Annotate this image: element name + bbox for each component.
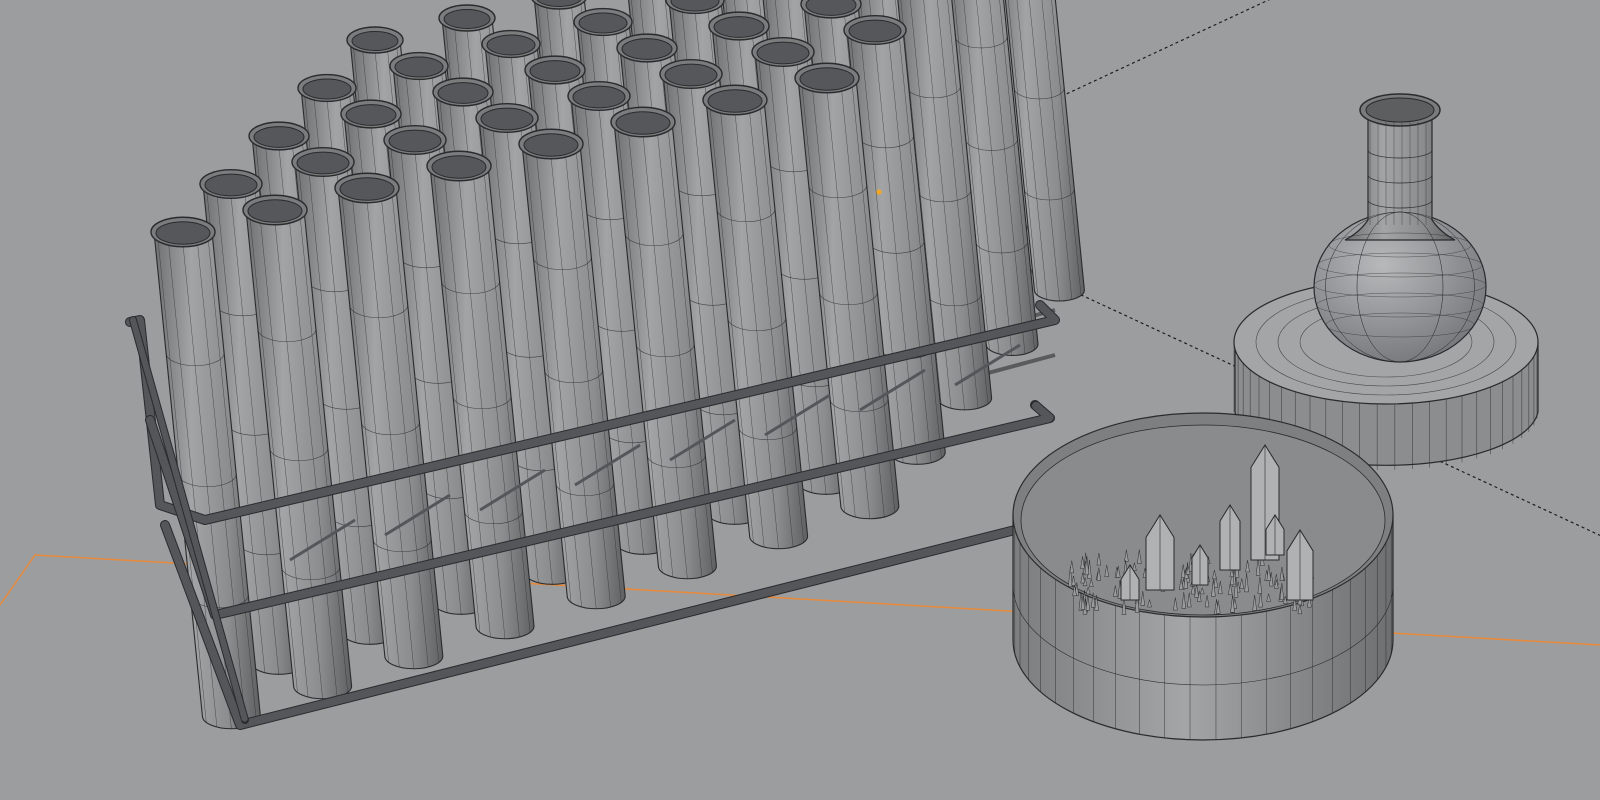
round-bottom-flask[interactable]	[1314, 94, 1486, 362]
3d-viewport[interactable]	[0, 0, 1600, 800]
crystal-dish[interactable]	[1013, 413, 1393, 740]
test-tubes-group[interactable]	[151, 0, 1084, 729]
object-origin-dot[interactable]	[876, 189, 881, 194]
scene-canvas[interactable]	[0, 0, 1600, 800]
